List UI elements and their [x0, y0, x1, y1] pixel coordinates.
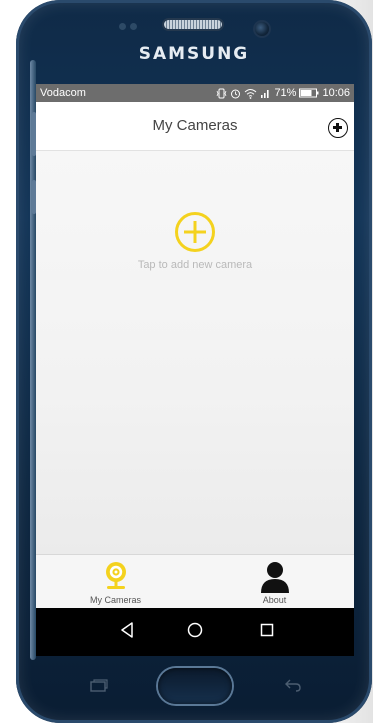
nav-back-button[interactable]: [114, 620, 140, 644]
signal-icon: [260, 88, 271, 99]
back-triangle-icon: [120, 621, 134, 643]
hardware-recents-icon[interactable]: [90, 679, 108, 692]
tab-label: About: [262, 595, 287, 605]
light-sensor: [130, 23, 137, 30]
nav-recents-button[interactable]: [254, 620, 280, 644]
proximity-sensor: [119, 23, 126, 30]
plus-circle-icon[interactable]: [174, 211, 216, 253]
tab-label: My Cameras: [89, 595, 141, 605]
app-bar: My Cameras: [36, 102, 354, 151]
tab-about[interactable]: About: [195, 555, 354, 609]
camera-icon: [36, 561, 195, 593]
wifi-icon: [244, 88, 257, 99]
earpiece-speaker: [164, 20, 222, 29]
person-icon: [195, 561, 354, 593]
recents-square-icon: [260, 623, 274, 642]
hardware-back-icon[interactable]: [284, 678, 302, 692]
page-title: My Cameras: [152, 117, 238, 134]
battery-icon: [299, 88, 319, 98]
alarm-icon: [230, 88, 241, 99]
phone-screen: Vodacom 71% 10:06 My Cameras Tap to add …: [36, 84, 354, 656]
vibrate-icon: [216, 88, 227, 99]
status-bar: Vodacom 71% 10:06: [36, 84, 354, 102]
add-camera-button[interactable]: [328, 118, 348, 138]
android-nav-bar: [36, 608, 354, 656]
tab-bar: My Cameras About: [36, 554, 354, 609]
hardware-home-button[interactable]: [158, 668, 232, 704]
tab-my-cameras[interactable]: My Cameras: [36, 555, 195, 609]
clock: 10:06: [322, 87, 350, 99]
front-camera: [255, 22, 269, 36]
carrier-label: Vodacom: [40, 87, 86, 99]
battery-percent: 71%: [274, 87, 297, 99]
add-camera-prompt[interactable]: Tap to add new camera: [95, 211, 295, 287]
home-circle-icon: [187, 622, 203, 643]
nav-home-button[interactable]: [182, 620, 208, 644]
brand-logo: SAMSUNG: [138, 44, 250, 64]
bottom-bezel: [36, 656, 354, 716]
add-camera-hint: Tap to add new camera: [137, 259, 253, 271]
camera-list-empty: Tap to add new camera: [36, 151, 354, 554]
status-icons: 71% 10:06: [216, 84, 350, 102]
